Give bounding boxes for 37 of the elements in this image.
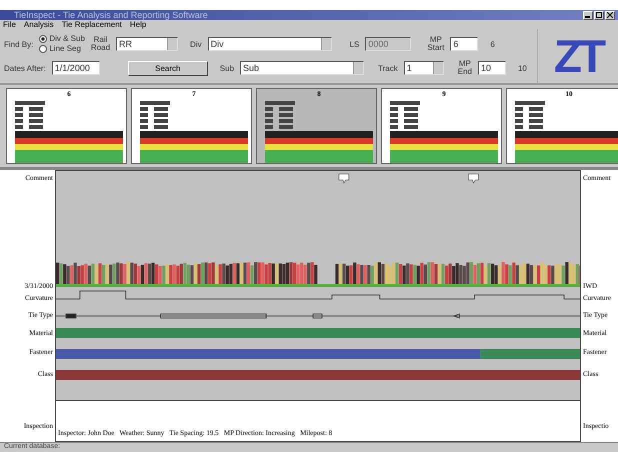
close-button[interactable] <box>605 10 615 20</box>
menu-item[interactable]: Analysis <box>24 20 54 30</box>
window-title: TieInspect - Tie Analysis and Reporting Software <box>14 10 209 20</box>
field-label: Track <box>378 64 398 73</box>
div-dropdown[interactable]: Div <box>208 37 332 52</box>
mp-end-field[interactable]: 10 <box>478 61 506 76</box>
field-label: Rail <box>94 36 108 44</box>
field-label: LS <box>350 40 360 49</box>
field-label: Dates After: <box>4 64 46 73</box>
date-field[interactable]: 1/1/2000 <box>52 61 100 76</box>
menu-item[interactable]: Tie Replacement <box>62 20 122 30</box>
railroad-dropdown[interactable]: RR <box>116 37 178 52</box>
field-label: Start <box>427 44 444 52</box>
maximize-button[interactable] <box>594 10 604 20</box>
maximize-icon <box>596 12 602 18</box>
sub-dropdown[interactable]: Sub <box>240 61 364 76</box>
field-label: MP <box>458 60 471 68</box>
search-button[interactable]: Search <box>128 60 208 76</box>
field-label: Div <box>190 40 202 49</box>
minimize-button[interactable] <box>583 10 593 20</box>
mp-start-field[interactable]: 6 <box>450 37 478 52</box>
mp-start-note: 6 <box>490 40 495 49</box>
radio-option[interactable]: Div & Sub <box>39 34 85 44</box>
menu-item[interactable]: File <box>3 20 16 30</box>
menu-item[interactable]: Help <box>130 20 146 30</box>
field-label: Find By: <box>4 40 34 49</box>
field-label: Sub <box>220 64 234 73</box>
field-label: MP <box>430 36 442 44</box>
field-label: End <box>458 68 472 76</box>
radio-option[interactable]: Line Seg <box>39 44 85 54</box>
close-icon <box>607 12 613 18</box>
track-dropdown[interactable]: 1 <box>404 61 444 76</box>
mp-end-note: 10 <box>518 64 527 73</box>
logo: ZT <box>554 29 602 84</box>
comment-icon[interactable] <box>468 174 479 184</box>
field-label: Road <box>90 44 110 52</box>
comment-icon[interactable] <box>338 174 350 184</box>
